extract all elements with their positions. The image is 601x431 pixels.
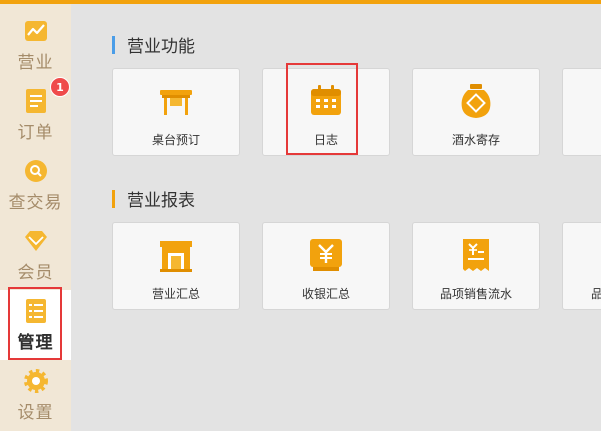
card-label: 收银汇总 [301,287,350,301]
sidebar-item-label: 查交易 [8,193,63,213]
checklist-icon [25,298,47,324]
card-partial-hidden[interactable] [562,68,601,156]
chart-icon [23,18,49,44]
card-partial-item[interactable]: 品 [562,222,601,310]
search-icon [23,158,49,184]
section-title-business-reports: 营业报表 [112,186,195,211]
sidebar-item-label: 管理 [17,333,54,353]
sidebar-item-label: 会员 [17,263,54,283]
order-count-badge: 1 [50,77,70,97]
card-business-summary[interactable]: 营业汇总 [112,222,240,310]
yuan-icon [306,235,346,275]
sidebar-item-management[interactable]: 管理 [0,290,71,360]
card-label: 日志 [313,133,338,147]
gear-icon [23,368,49,394]
card-label: 桌台预订 [151,133,200,147]
sidebar-item-business[interactable]: 营业 [0,10,71,80]
sidebar: 营业 订单 查交易 会员 管理 设置 [0,4,71,431]
card-label: 酒水寄存 [451,133,500,147]
receipt-icon [456,235,496,275]
section-title-business-functions: 营业功能 [112,32,195,57]
sidebar-item-label: 设置 [17,403,54,423]
card-table-booking[interactable]: 桌台预订 [112,68,240,156]
sidebar-item-label: 订单 [17,123,54,143]
card-item-sales-flow[interactable]: 品项销售流水 [412,222,540,310]
card-label: 品 [591,287,601,301]
card-cashier-summary[interactable]: 收银汇总 [262,222,390,310]
sidebar-item-settings[interactable]: 设置 [0,360,71,430]
sidebar-item-members[interactable]: 会员 [0,220,71,290]
order-list-icon [25,88,47,114]
top-accent-bar [0,0,601,4]
sidebar-item-label: 营业 [17,53,54,73]
card-log[interactable]: 日志 [262,68,390,156]
diamond-icon [23,228,49,254]
calendar-icon [306,81,346,121]
shop-icon [156,235,196,275]
card-label: 品项销售流水 [439,287,512,301]
card-wine-storage[interactable]: 酒水寄存 [412,68,540,156]
card-label: 营业汇总 [151,287,200,301]
sidebar-item-transactions[interactable]: 查交易 [0,150,71,220]
table-icon [156,81,196,121]
wine-jar-icon [456,81,496,121]
